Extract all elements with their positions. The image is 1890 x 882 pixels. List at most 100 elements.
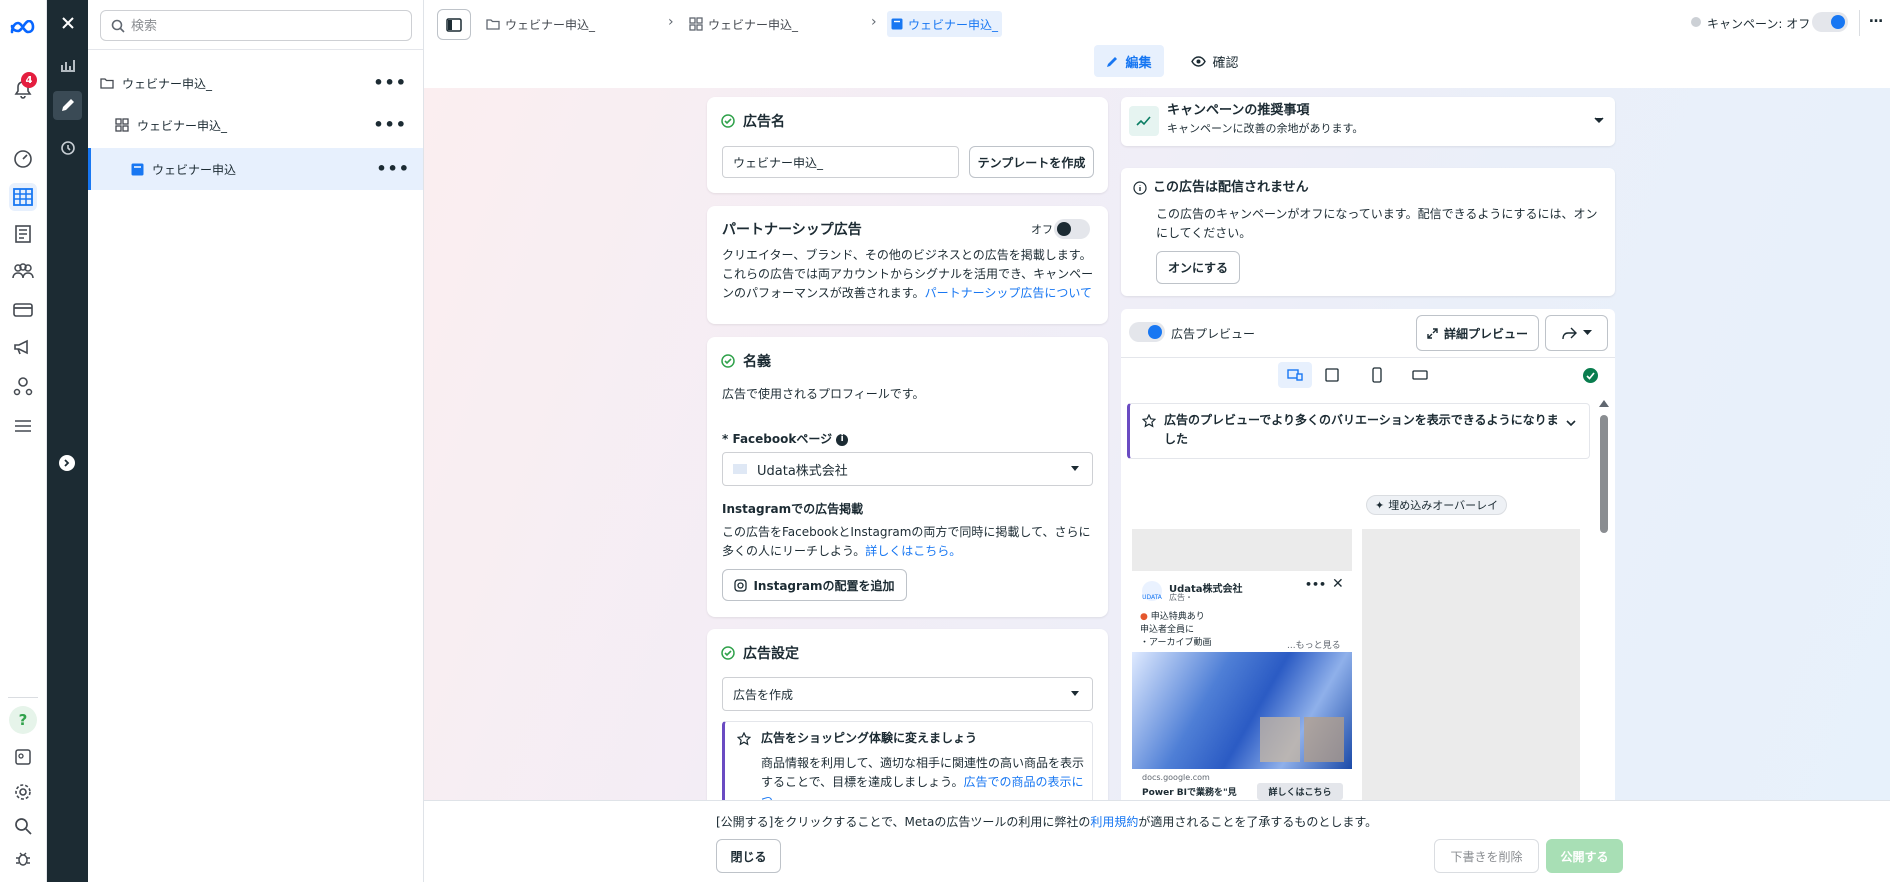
- campaign-recommendations-card[interactable]: キャンペーンの推奨事項 キャンペーンに改善の余地があります。: [1121, 97, 1615, 146]
- sparkle-icon: ✦: [1375, 498, 1385, 512]
- more-menu-icon[interactable]: …: [1869, 10, 1883, 26]
- dashboard-gauge-icon[interactable]: [9, 145, 37, 173]
- billing-card-icon[interactable]: [9, 296, 37, 324]
- close-editor-icon[interactable]: [53, 8, 82, 37]
- meta-logo-icon[interactable]: [9, 14, 37, 42]
- pages-icon[interactable]: [9, 220, 37, 248]
- placement-square-icon[interactable]: [1325, 368, 1339, 382]
- post-close-icon[interactable]: ✕: [1332, 576, 1344, 592]
- folder-icon: [100, 78, 114, 89]
- more-options-icon[interactable]: •••: [373, 115, 407, 134]
- info-icon[interactable]: i: [836, 433, 849, 446]
- campaign-tree-panel: ウェビナー申込_ ••• ウェビナー申込_ ••• ウェビナー申込 •••: [88, 0, 424, 882]
- settings-gear-icon[interactable]: [9, 778, 37, 806]
- tree-search-input[interactable]: [131, 16, 401, 36]
- post-see-more-link[interactable]: ...もっと見る: [1287, 638, 1341, 651]
- publish-button[interactable]: 公開する: [1546, 839, 1623, 873]
- terms-notice: [公開する]をクリックすることで、Metaの広告ツールの利用に弊社の利用規約が適…: [716, 813, 1377, 832]
- preview-variations-text: 広告のプレビューでより多くのバリエーションを表示できるようになりました: [1164, 413, 1559, 446]
- campaign-on-off-toggle[interactable]: [1812, 12, 1848, 32]
- tree-search-field[interactable]: [100, 10, 412, 41]
- expand-panel-chevron-icon[interactable]: [59, 455, 75, 471]
- ad-name-title-text: 広告名: [743, 114, 785, 130]
- delivery-notice-title: この広告は配信されません: [1133, 178, 1309, 197]
- create-template-button[interactable]: テンプレートを作成: [969, 146, 1094, 178]
- audiences-people-icon[interactable]: [9, 257, 37, 285]
- campaigns-megaphone-icon[interactable]: [9, 333, 37, 361]
- ads-manager-table-icon[interactable]: [9, 183, 37, 211]
- info-outline-icon: [1133, 180, 1147, 195]
- help-question-icon[interactable]: ?: [9, 706, 37, 734]
- tab-edit[interactable]: 編集: [1094, 45, 1164, 77]
- post-line-2: 申込者全員に: [1140, 625, 1195, 635]
- global-nav-rail: 4 ?: [0, 0, 47, 882]
- history-clock-icon[interactable]: [53, 133, 82, 162]
- tab-review[interactable]: 確認: [1180, 45, 1250, 77]
- all-tools-menu-icon[interactable]: [9, 412, 37, 440]
- search-icon[interactable]: [9, 812, 37, 840]
- ad-name-input[interactable]: ウェビナー申込_: [722, 146, 959, 178]
- partnership-toggle[interactable]: [1054, 219, 1090, 239]
- bug-report-icon[interactable]: [9, 845, 37, 873]
- add-instagram-placement-button[interactable]: Instagramの配置を追加: [722, 569, 907, 601]
- tree-item-campaign[interactable]: ウェビナー申込_ •••: [88, 62, 423, 104]
- scrollbar-thumb[interactable]: [1600, 415, 1608, 533]
- partnership-toggle-label: オフ: [1031, 223, 1053, 236]
- edit-pencil-icon: [1107, 56, 1118, 67]
- tree-item-ad[interactable]: ウェビナー申込 •••: [88, 148, 423, 190]
- breadcrumb-ad[interactable]: ウェビナー申込_: [887, 11, 1003, 37]
- placement-mobile-icon[interactable]: [1372, 367, 1382, 383]
- dropdown-caret-icon: [1070, 463, 1080, 473]
- page-profile-icon[interactable]: [9, 743, 37, 771]
- embedded-overlay-label: 埋め込みオーバーレイ: [1388, 499, 1499, 512]
- turn-on-button[interactable]: オンにする: [1156, 251, 1240, 284]
- delete-draft-button[interactable]: 下書きを削除: [1434, 839, 1539, 873]
- partnership-learn-more-link[interactable]: パートナーシップ広告について: [925, 286, 1092, 300]
- close-label: 閉じる: [730, 849, 767, 864]
- ad-setup-value: 広告を作成: [733, 687, 794, 702]
- delivery-notice-title-text: この広告は配信されません: [1153, 180, 1309, 195]
- instagram-learn-more-link[interactable]: 詳しくはこちら。: [865, 544, 961, 558]
- breadcrumb-adset[interactable]: ウェビナー申込_: [689, 11, 798, 37]
- page-avatar: UDATA: [1142, 581, 1162, 601]
- creative-person-photo: [1260, 717, 1300, 762]
- close-button[interactable]: 閉じる: [716, 839, 781, 873]
- share-preview-button[interactable]: [1545, 315, 1608, 351]
- business-network-icon[interactable]: [9, 372, 37, 400]
- partnership-title-text: パートナーシップ広告: [722, 222, 862, 238]
- post-cta-button[interactable]: 詳しくはこちら: [1257, 783, 1343, 800]
- chevron-down-icon: [1594, 117, 1604, 124]
- instagram-description: この広告をFacebookとInstagramの両方で同時に掲載して、さらに多く…: [722, 523, 1096, 561]
- identity-title: 名義: [721, 351, 771, 371]
- terms-prefix-text: [公開する]をクリックすることで、Metaの広告ツールの利用に弊社の: [716, 815, 1091, 829]
- detailed-preview-button[interactable]: 詳細プレビュー: [1416, 315, 1539, 351]
- notification-count-badge: 4: [21, 72, 37, 88]
- placement-landscape-icon[interactable]: [1412, 370, 1428, 380]
- ad-preview-area: 広告のプレビューでより多くのバリエーションを表示できるようになりました ✦ 埋め…: [1121, 357, 1615, 800]
- ad-setup-select[interactable]: 広告を作成: [722, 677, 1093, 711]
- post-more-options-icon[interactable]: •••: [1305, 578, 1326, 591]
- check-circle-icon: [721, 114, 735, 128]
- more-options-icon[interactable]: •••: [376, 159, 410, 178]
- edit-pencil-icon[interactable]: [53, 91, 82, 120]
- ad-page-icon: [131, 163, 144, 175]
- preview-variations-banner[interactable]: 広告のプレビューでより多くのバリエーションを表示できるようになりました: [1127, 403, 1590, 459]
- preview-scrollbar[interactable]: [1598, 399, 1610, 800]
- tree-item-label: ウェビナー申込_: [122, 76, 213, 91]
- breadcrumb-campaign[interactable]: ウェビナー申込_: [486, 11, 595, 37]
- delivery-notice-card: この広告は配信されません この広告のキャンペーンがオフになっています。配信できる…: [1121, 168, 1615, 296]
- delete-draft-label: 下書きを削除: [1450, 849, 1523, 864]
- reporting-chart-icon[interactable]: [53, 50, 82, 79]
- tree-item-adset[interactable]: ウェビナー申込_ •••: [88, 104, 423, 146]
- dropdown-caret-icon: [1070, 688, 1080, 698]
- terms-of-service-link[interactable]: 利用規約: [1090, 815, 1138, 829]
- placement-desktop-feed-icon[interactable]: [1278, 362, 1312, 388]
- ad-name-title: 広告名: [721, 111, 785, 131]
- ad-preview-toggle[interactable]: [1129, 322, 1165, 342]
- embedded-overlay-badge[interactable]: ✦ 埋め込みオーバーレイ: [1366, 495, 1508, 515]
- toggle-sidebar-button[interactable]: [437, 9, 471, 40]
- identity-card: 名義 広告で使用されるプロフィールです。 * Facebookページ i Uda…: [707, 337, 1108, 617]
- facebook-page-select[interactable]: Udata株式会社: [722, 452, 1093, 486]
- check-circle-icon: [721, 646, 735, 660]
- more-options-icon[interactable]: •••: [373, 73, 407, 92]
